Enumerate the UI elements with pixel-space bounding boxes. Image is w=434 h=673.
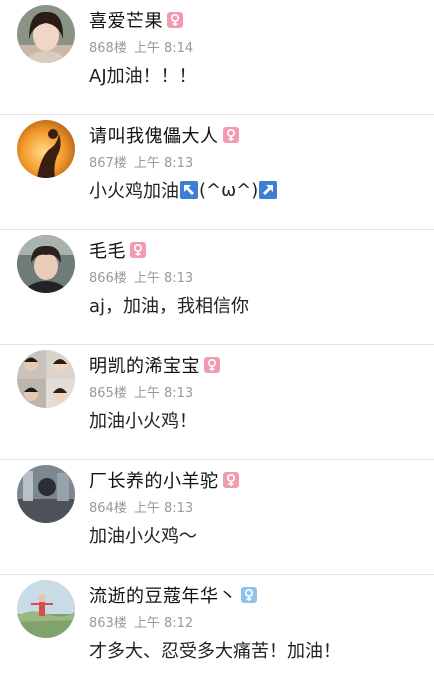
avatar[interactable] bbox=[17, 120, 75, 178]
floor-number: 865楼 bbox=[89, 386, 127, 401]
comment-item[interactable]: 毛毛 866楼 上午 8:13 aj，加油，我相信你 bbox=[0, 230, 434, 345]
post-meta: 865楼 上午 8:13 bbox=[89, 382, 193, 401]
female-gender-icon bbox=[222, 127, 239, 143]
comment-item[interactable]: 厂长养的小羊驼 864楼 上午 8:13 加油小火鸡～ bbox=[0, 460, 434, 575]
female-gender-icon bbox=[222, 472, 239, 488]
female-gender-icon bbox=[204, 357, 220, 373]
floor-number: 864楼 bbox=[89, 501, 127, 516]
post-meta: 864楼 上午 8:13 bbox=[89, 497, 193, 516]
upper-left-arrow-icon bbox=[180, 181, 198, 199]
floor-number: 867楼 bbox=[89, 156, 127, 171]
username[interactable]: 毛毛 bbox=[89, 237, 126, 263]
post-time: 上午 8:12 bbox=[133, 616, 194, 631]
comment-item[interactable]: 流逝的豆蔻年华丶 863楼 上午 8:12 才多大、忍受多大痛苦！加油！ bbox=[0, 575, 434, 673]
username[interactable]: 厂长养的小羊驼 bbox=[89, 467, 219, 493]
comment-item[interactable]: 请叫我傀儡大人 867楼 上午 8:13 小火鸡加油 (^ω^) bbox=[0, 115, 434, 230]
post-time: 上午 8:13 bbox=[133, 386, 194, 401]
floor-number: 866楼 bbox=[89, 271, 127, 286]
username[interactable]: 明凯的浠宝宝 bbox=[89, 352, 200, 378]
post-meta: 863楼 上午 8:12 bbox=[89, 612, 193, 631]
comment-text: 小火鸡加油 (^ω^) bbox=[89, 177, 278, 203]
female-gender-icon bbox=[130, 242, 146, 258]
username[interactable]: 请叫我傀儡大人 bbox=[89, 122, 219, 148]
comment-text: 才多大、忍受多大痛苦！加油！ bbox=[89, 641, 341, 662]
post-time: 上午 8:14 bbox=[133, 41, 194, 56]
post-meta: 867楼 上午 8:13 bbox=[89, 152, 193, 171]
avatar[interactable] bbox=[17, 580, 75, 638]
comment-feed: 喜爱芒果 868楼 上午 8:14 AJ加油！！！ 请叫我傀儡大人 867楼 上… bbox=[0, 0, 434, 673]
post-time: 上午 8:13 bbox=[133, 501, 194, 516]
comment-text: AJ加油！！！ bbox=[89, 66, 197, 87]
floor-number: 868楼 bbox=[89, 41, 127, 56]
comment-item[interactable]: 明凯的浠宝宝 865楼 上午 8:13 加油小火鸡！ bbox=[0, 345, 434, 460]
post-time: 上午 8:13 bbox=[133, 271, 194, 286]
username[interactable]: 流逝的豆蔻年华丶 bbox=[89, 582, 237, 608]
avatar[interactable] bbox=[17, 465, 75, 523]
comment-text: 加油小火鸡～ bbox=[89, 526, 197, 547]
username[interactable]: 喜爱芒果 bbox=[89, 7, 163, 33]
male-gender-icon bbox=[241, 587, 257, 603]
female-gender-icon bbox=[167, 12, 183, 28]
comment-text-part: 小火鸡加油 bbox=[89, 181, 179, 202]
comment-text: 加油小火鸡！ bbox=[89, 411, 197, 432]
upper-right-arrow-icon bbox=[259, 181, 278, 199]
comment-text-part: (^ω^) bbox=[199, 179, 259, 201]
avatar[interactable] bbox=[17, 235, 75, 293]
avatar[interactable] bbox=[17, 5, 75, 63]
floor-number: 863楼 bbox=[89, 616, 127, 631]
post-time: 上午 8:13 bbox=[133, 156, 194, 171]
avatar[interactable] bbox=[17, 350, 75, 408]
comment-item[interactable]: 喜爱芒果 868楼 上午 8:14 AJ加油！！！ bbox=[0, 0, 434, 115]
comment-text: aj，加油，我相信你 bbox=[89, 296, 250, 317]
post-meta: 868楼 上午 8:14 bbox=[89, 37, 193, 56]
post-meta: 866楼 上午 8:13 bbox=[89, 267, 193, 286]
